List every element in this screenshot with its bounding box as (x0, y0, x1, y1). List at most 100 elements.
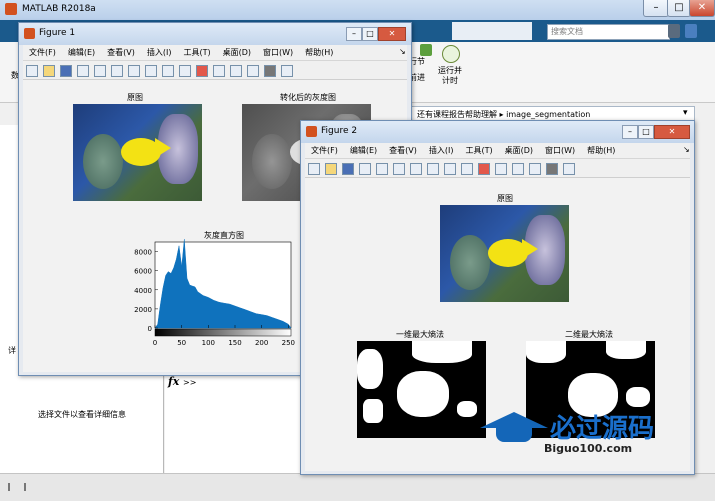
current-folder-path[interactable]: 还有课程报告帮助理解 ▸ image_segmentation (417, 109, 590, 120)
fish-tail (522, 239, 538, 259)
hide-tools-icon[interactable] (546, 163, 558, 175)
zoom-out-icon[interactable] (410, 163, 422, 175)
menu-edit[interactable]: 编辑(E) (350, 143, 377, 158)
menu-view[interactable]: 查看(V) (389, 143, 417, 158)
graduation-cap-icon (480, 412, 548, 428)
menu-window[interactable]: 窗口(W) (545, 143, 575, 158)
search-documentation-input[interactable]: 搜索文档 (547, 24, 670, 40)
colorbar-icon[interactable] (230, 65, 242, 77)
minimize-icon[interactable]: – (622, 125, 638, 139)
notification-icon[interactable] (685, 24, 697, 38)
run-section-icon[interactable] (420, 44, 432, 56)
menu-insert[interactable]: 插入(I) (147, 45, 172, 60)
open-icon[interactable] (325, 163, 337, 175)
y-tick-label: 8000 (134, 249, 152, 257)
figure-2-menu-bar: 文件(F) 编辑(E) 查看(V) 插入(I) 工具(T) 桌面(D) 窗口(W) 帮助(H) (305, 143, 690, 159)
rotate-icon[interactable] (162, 65, 174, 77)
menu-edit[interactable]: 编辑(E) (68, 45, 95, 60)
menu-tools[interactable]: 工具(T) (183, 45, 210, 60)
command-window[interactable]: fx >> (165, 370, 305, 473)
segment-blob (626, 387, 650, 407)
matlab-title-bar: MATLAB R2018a – □ ✕ (0, 0, 715, 20)
segment-blob (363, 399, 383, 423)
minimize-icon[interactable]: – (643, 0, 669, 17)
filter-icon[interactable] (668, 24, 680, 38)
pointer-icon[interactable] (94, 65, 106, 77)
pointer-icon[interactable] (376, 163, 388, 175)
legend-icon[interactable] (529, 163, 541, 175)
path-dropdown-icon[interactable]: ▾ (683, 108, 688, 118)
print-icon[interactable] (359, 163, 371, 175)
data-cursor-icon[interactable] (461, 163, 473, 175)
menu-file[interactable]: 文件(F) (29, 45, 56, 60)
menu-desktop[interactable]: 桌面(D) (505, 143, 533, 158)
data-cursor-icon[interactable] (179, 65, 191, 77)
zoom-in-icon[interactable] (111, 65, 123, 77)
x-tick-label: 200 (255, 339, 268, 347)
y-tick-label: 0 (148, 325, 152, 333)
y-tick-label: 4000 (134, 287, 152, 295)
figure-1-title: Figure 1 (39, 28, 76, 38)
hide-tools-icon[interactable] (264, 65, 276, 77)
figure-1-menu-bar: 文件(F) 编辑(E) 查看(V) 插入(I) 工具(T) 桌面(D) 窗口(W) 帮助(H) (23, 45, 407, 61)
maximize-icon[interactable]: □ (667, 0, 691, 17)
dock-icon[interactable] (281, 65, 293, 77)
watermark-logo: 必过源码 Biguo100.com (478, 408, 678, 462)
save-icon[interactable] (60, 65, 72, 77)
figure-1-title-bar[interactable]: Figure 1 – □ ✕ (19, 23, 411, 45)
zoom-out-icon[interactable] (128, 65, 140, 77)
minimize-icon[interactable]: – (346, 27, 362, 41)
menu-tools[interactable]: 工具(T) (465, 143, 492, 158)
print-icon[interactable] (77, 65, 89, 77)
segment-blob (606, 341, 646, 359)
new-figure-icon[interactable] (26, 65, 38, 77)
close-icon[interactable]: ✕ (689, 0, 715, 17)
histogram-chart: 0 2000 4000 6000 8000 0 50 100 150 200 250 (134, 239, 295, 347)
legend-icon[interactable] (247, 65, 259, 77)
new-figure-icon[interactable] (308, 163, 320, 175)
segment-blob (397, 371, 449, 417)
colorbar-icon[interactable] (512, 163, 524, 175)
file-details-text: 选择文件以查看详细信息 (38, 410, 126, 419)
maximize-icon[interactable]: □ (638, 125, 654, 139)
pan-icon[interactable] (427, 163, 439, 175)
brush-icon[interactable] (478, 163, 490, 175)
menu-insert[interactable]: 插入(I) (429, 143, 454, 158)
segment-blob (357, 349, 383, 389)
link-icon[interactable] (495, 163, 507, 175)
run-and-time-label[interactable]: 运行并计时 (436, 66, 464, 86)
command-prompt[interactable]: >> (183, 378, 196, 387)
matlab-logo-icon (5, 3, 17, 15)
zoom-in-icon[interactable] (393, 163, 405, 175)
dock-arrow-icon[interactable]: ↘ (399, 47, 406, 56)
open-icon[interactable] (43, 65, 55, 77)
link-icon[interactable] (213, 65, 225, 77)
menu-file[interactable]: 文件(F) (311, 143, 338, 158)
run-and-time-icon[interactable] (442, 45, 460, 63)
maximize-icon[interactable]: □ (362, 27, 378, 41)
segment-blob (457, 401, 477, 417)
active-tab[interactable] (452, 22, 532, 40)
pan-icon[interactable] (145, 65, 157, 77)
grayscale-colorbar (154, 328, 292, 337)
menu-help[interactable]: 帮助(H) (305, 45, 333, 60)
status-bar (0, 473, 715, 501)
menu-desktop[interactable]: 桌面(D) (223, 45, 251, 60)
brush-icon[interactable] (196, 65, 208, 77)
close-icon[interactable]: ✕ (378, 27, 406, 41)
x-tick-label: 0 (153, 339, 157, 347)
dock-arrow-icon[interactable]: ↘ (683, 145, 690, 154)
figure-2-title-bar[interactable]: Figure 2 – □ ✕ (301, 121, 694, 143)
dock-icon[interactable] (563, 163, 575, 175)
menu-view[interactable]: 查看(V) (107, 45, 135, 60)
rotate-icon[interactable] (444, 163, 456, 175)
menu-help[interactable]: 帮助(H) (587, 143, 615, 158)
segment-blob (412, 341, 472, 363)
fx-icon: fx (168, 375, 180, 388)
y-tick-label: 2000 (134, 306, 152, 314)
x-tick-label: 100 (202, 339, 215, 347)
menu-window[interactable]: 窗口(W) (263, 45, 293, 60)
close-icon[interactable]: ✕ (654, 125, 690, 139)
save-icon[interactable] (342, 163, 354, 175)
caption-grayscale: 转化后的灰度图 (280, 93, 336, 102)
